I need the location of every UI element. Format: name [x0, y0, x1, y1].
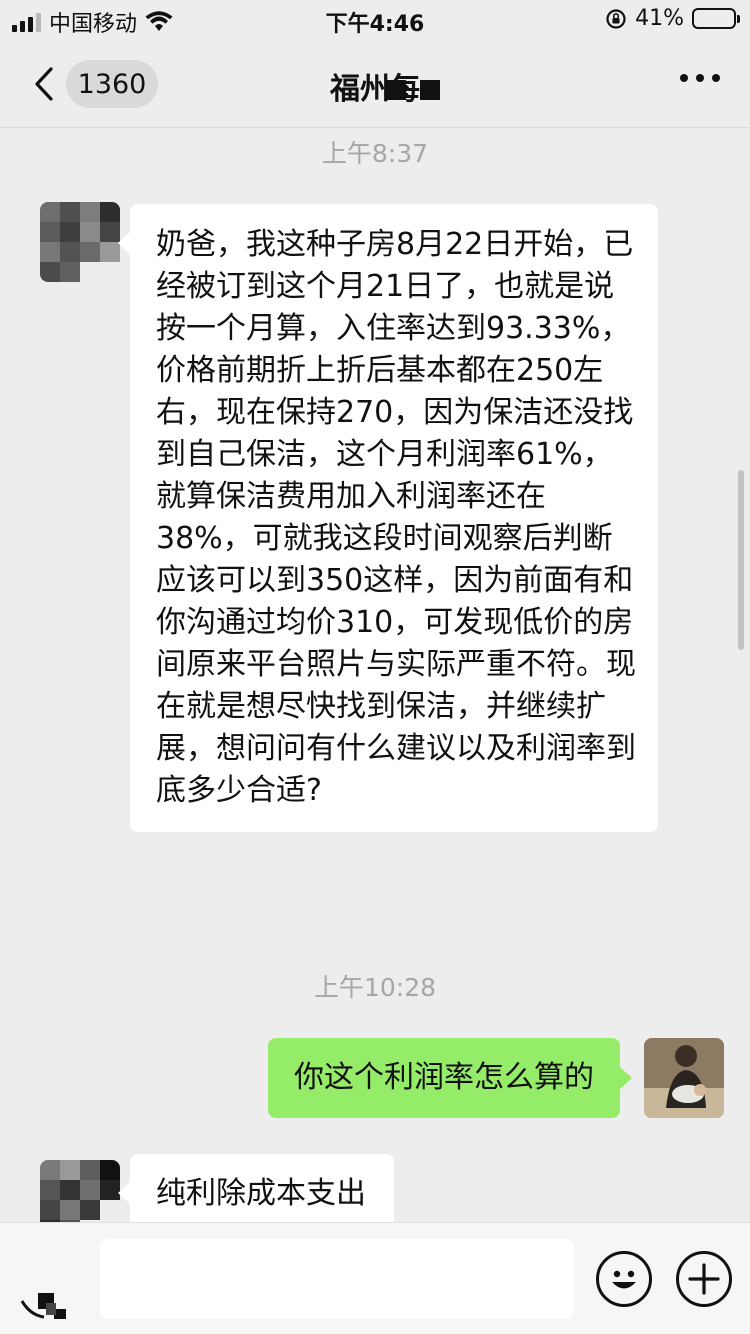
more-dots-icon — [680, 74, 688, 82]
input-bar — [0, 1222, 750, 1334]
chat-title: 福州每 — [330, 72, 420, 107]
scrollbar[interactable] — [738, 470, 744, 650]
status-bar: 中国移动 下午4:46 41% — [0, 0, 750, 40]
plus-button[interactable] — [676, 1251, 732, 1307]
status-right: 41% — [605, 6, 740, 31]
battery-percent: 41% — [635, 6, 684, 31]
avatar-self[interactable] — [644, 1038, 724, 1118]
emoji-icon — [612, 1270, 636, 1289]
message-text: 你这个利润率怎么算的 — [294, 1060, 594, 1095]
plus-icon — [688, 1263, 720, 1295]
orientation-lock-icon — [606, 8, 626, 29]
nav-bar: 1360 福州每 — [0, 40, 750, 128]
title-redaction — [386, 80, 406, 100]
more-options-button[interactable] — [680, 74, 720, 82]
voice-icon — [20, 1293, 66, 1319]
avatar-pixelated — [40, 202, 120, 282]
message-input[interactable] — [100, 1239, 574, 1319]
message-text: 纯利除成本支出 — [156, 1176, 366, 1211]
timestamp-label: 上午10:28 — [313, 973, 437, 1002]
battery-icon — [692, 8, 740, 29]
message-bubble-outgoing[interactable]: 你这个利润率怎么算的 — [268, 1038, 632, 1118]
avatar[interactable] — [40, 202, 120, 282]
avatar-photo-icon — [644, 1038, 724, 1118]
message-bubble-incoming[interactable]: 奶爸，我这种子房8月22日开始，已经被订到这个月21日了，也就是说按一个月算，入… — [118, 204, 658, 832]
title-redaction — [420, 80, 440, 100]
emoji-button[interactable] — [596, 1251, 652, 1307]
voice-button[interactable] — [20, 1261, 78, 1319]
timestamp-label: 上午8:37 — [321, 139, 429, 168]
message-text: 奶爸，我这种子房8月22日开始，已经被订到这个月21日了，也就是说按一个月算，入… — [156, 227, 636, 808]
